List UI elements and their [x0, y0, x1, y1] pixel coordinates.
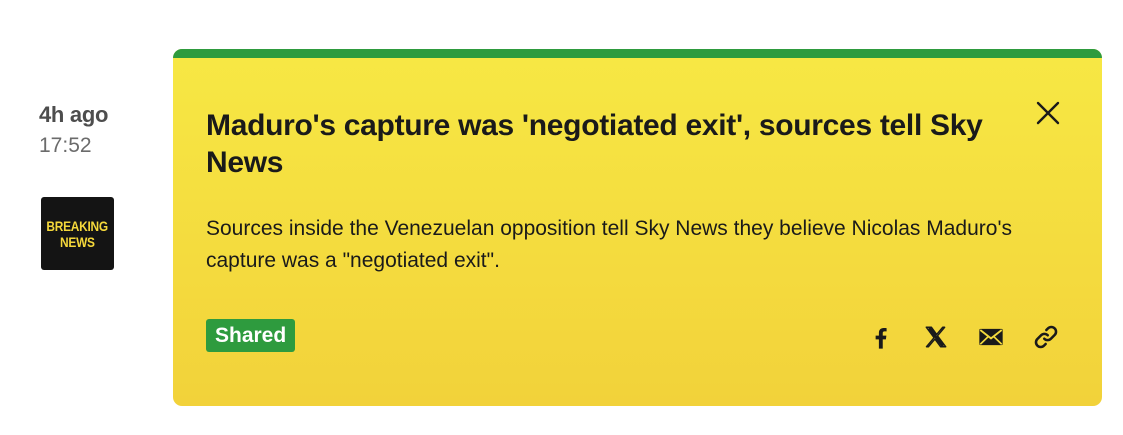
breaking-news-logo: BREAKING NEWS [41, 197, 114, 270]
breaking-logo-line1: BREAKING [46, 217, 109, 234]
post-time: 17:52 [39, 134, 92, 157]
breaking-logo-line2: NEWS [60, 233, 95, 250]
facebook-icon [875, 328, 887, 349]
status-badge: Shared [206, 319, 296, 352]
card-headline: Maduro's capture was 'negotiated exit', … [206, 109, 983, 179]
relative-time: 4h ago [39, 102, 109, 127]
link-icon [1034, 325, 1058, 349]
breaking-news-card: Maduro's capture was 'negotiated exit', … [173, 49, 1102, 406]
share-bar [865, 321, 1062, 353]
email-icon [979, 328, 1003, 346]
close-icon [1036, 101, 1060, 125]
card-accent-bar [173, 49, 1102, 58]
share-facebook-button[interactable] [865, 321, 897, 353]
card-body: Sources inside the Venezuelan opposition… [206, 217, 1012, 272]
share-email-button[interactable] [975, 321, 1007, 353]
share-x-button[interactable] [920, 321, 952, 353]
copy-link-button[interactable] [1030, 321, 1062, 353]
close-button[interactable] [1033, 98, 1063, 128]
post-timestamp: 4h ago 17:52 [39, 102, 108, 158]
x-icon [925, 326, 947, 348]
